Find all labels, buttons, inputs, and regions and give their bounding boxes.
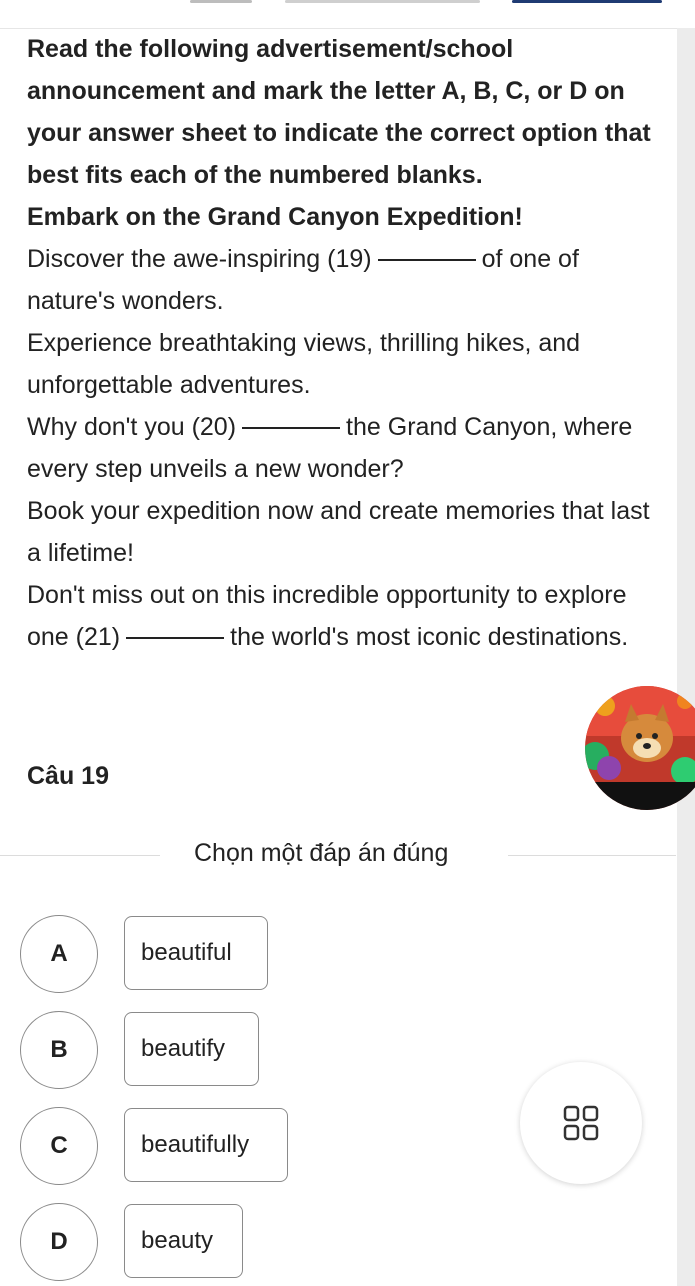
option-answer[interactable]: beauty — [124, 1204, 243, 1278]
option-letter[interactable]: C — [20, 1107, 98, 1185]
page: Read the following advertisement/school … — [0, 0, 695, 1286]
option-answer[interactable]: beautiful — [124, 916, 268, 990]
choose-answer-header: Chọn một đáp án đúng — [0, 835, 676, 875]
grid-icon — [563, 1105, 599, 1141]
option-answer[interactable]: beautifully — [124, 1108, 288, 1182]
passage-line: Experience breathtaking views, thrilling… — [27, 329, 581, 399]
choose-prompt: Chọn một đáp án đúng — [194, 839, 449, 867]
blank-21 — [126, 637, 225, 639]
option-answer[interactable]: beautify — [124, 1012, 259, 1086]
option-letter[interactable]: A — [20, 915, 98, 993]
scrollbar[interactable] — [677, 28, 695, 1286]
option-letter[interactable]: B — [20, 1011, 98, 1089]
question-grid-button[interactable] — [520, 1062, 642, 1184]
passage-text: Why don't you (20) — [27, 413, 237, 441]
avatar-image — [585, 686, 695, 810]
progress-segment-active — [512, 0, 662, 3]
option-letter[interactable]: D — [20, 1203, 98, 1281]
progress-segment — [285, 0, 480, 3]
instructions-text: Read the following advertisement/school … — [27, 35, 651, 189]
passage-line-20: Why don't you (20) the Grand Canyon, wher… — [27, 406, 657, 490]
avatar[interactable] — [585, 686, 695, 810]
passage-text: Discover the awe-inspiring (19) — [27, 245, 372, 273]
question-label: Câu 19 — [27, 762, 109, 790]
divider — [0, 855, 160, 856]
passage-text: the world's most iconic destinations. — [230, 623, 629, 651]
blank-20 — [242, 427, 341, 429]
blank-19 — [377, 259, 476, 261]
passage-line-19: Discover the awe-inspiring (19) of one of… — [27, 238, 657, 322]
question-content: Read the following advertisement/school … — [27, 28, 657, 658]
passage-title: Embark on the Grand Canyon Expedition! — [27, 203, 523, 231]
passage-line: Book your expedition now and create memo… — [27, 497, 650, 567]
progress-strip — [0, 0, 695, 29]
progress-segment — [190, 0, 252, 3]
passage-line-21: Don't miss out on this incredible opport… — [27, 574, 657, 658]
divider — [508, 855, 676, 856]
